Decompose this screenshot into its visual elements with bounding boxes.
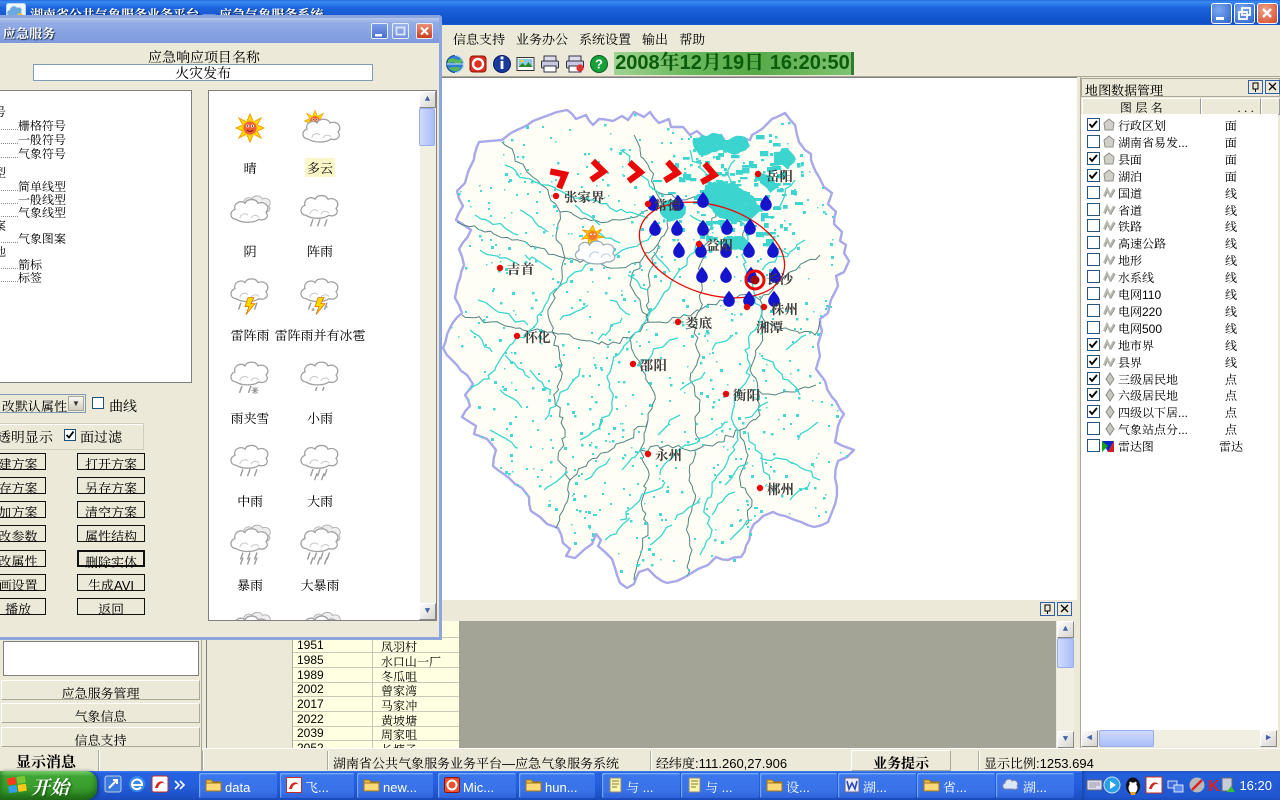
svg-text:K: K	[1208, 778, 1220, 795]
svg-text:张家界: 张家界	[564, 186, 605, 206]
svg-text:岳阳: 岳阳	[766, 165, 794, 185]
svg-text:吉首: 吉首	[507, 258, 534, 278]
svg-text:郴州: 郴州	[767, 478, 794, 498]
svg-text:湘潭: 湘潭	[755, 316, 784, 336]
svg-text:常德: 常德	[654, 194, 682, 214]
svg-text:株州: 株州	[771, 298, 798, 318]
svg-text:邵阳: 邵阳	[640, 354, 668, 374]
svg-text:永州: 永州	[655, 444, 682, 464]
svg-text:益阳: 益阳	[706, 234, 734, 254]
svg-text:衡阳: 衡阳	[733, 384, 761, 404]
svg-text:怀化: 怀化	[524, 326, 551, 346]
svg-text:?: ?	[595, 57, 603, 72]
svg-text:娄底: 娄底	[685, 312, 712, 332]
svg-text:长沙: 长沙	[766, 268, 794, 288]
